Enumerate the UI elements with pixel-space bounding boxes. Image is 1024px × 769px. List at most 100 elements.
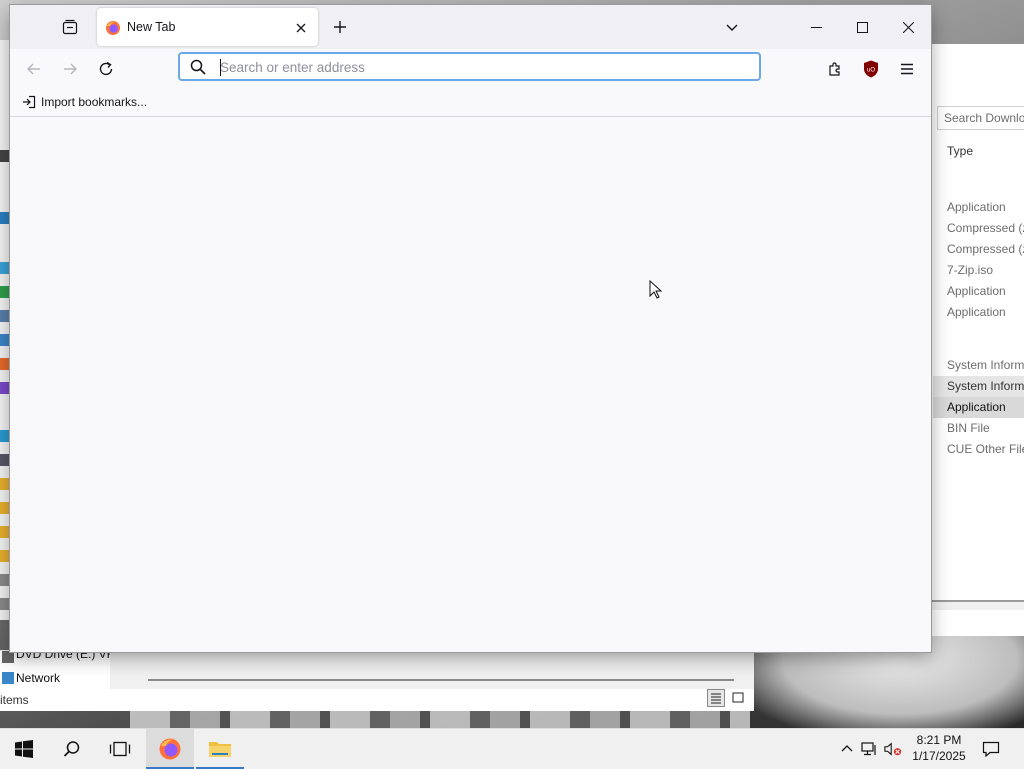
volume-muted-icon: [884, 742, 902, 756]
reload-button[interactable]: [92, 55, 120, 83]
ublock-shield-icon: uO: [864, 60, 878, 78]
page-content-area[interactable]: [10, 117, 931, 652]
arrow-left-icon: [27, 63, 40, 75]
windows-logo-icon: [15, 740, 33, 758]
close-icon: [296, 23, 306, 33]
file-type-cell[interactable]: Application: [933, 197, 1024, 218]
file-type-cell[interactable]: System Information File: [933, 376, 1024, 397]
svg-text:uO: uO: [867, 68, 875, 74]
details-view-icon: [711, 693, 721, 704]
task-view-button[interactable]: [96, 729, 144, 769]
ublock-origin-button[interactable]: uO: [857, 55, 885, 83]
app-menu-button[interactable]: [893, 55, 921, 83]
bookmarks-toolbar: Import bookmarks...: [10, 89, 931, 117]
extensions-button[interactable]: [821, 55, 849, 83]
firefox-window[interactable]: New Tab Search or enter address uO Impor…: [10, 5, 931, 652]
maximize-icon: [856, 21, 868, 33]
close-icon: [902, 21, 914, 33]
type-column-header[interactable]: Type: [947, 144, 973, 158]
clock-time: 8:21 PM: [916, 733, 962, 747]
task-view-icon: [109, 741, 131, 757]
search-downloads-input[interactable]: Search Downloads: [937, 106, 1024, 130]
search-icon: [63, 741, 80, 757]
folder-icon: [0, 550, 10, 562]
documents-icon: [0, 310, 10, 322]
search-button[interactable]: [48, 729, 96, 769]
volume-tray-button[interactable]: [884, 739, 902, 759]
start-button[interactable]: [0, 729, 48, 769]
folder-icon: [0, 526, 10, 538]
folder-icon: [209, 742, 231, 757]
horizontal-scrollbar[interactable]: [148, 679, 734, 681]
import-bookmarks-button[interactable]: Import bookmarks...: [22, 93, 147, 111]
network-icon: [861, 742, 876, 756]
search-icon: [190, 59, 206, 75]
folder-icon: [0, 150, 10, 162]
back-button[interactable]: [20, 55, 48, 83]
network-icon: [2, 672, 14, 684]
hamburger-menu-icon: [901, 63, 913, 75]
taskbar-firefox[interactable]: [146, 729, 194, 769]
close-window-button[interactable]: [885, 5, 931, 49]
action-center-button[interactable]: [982, 739, 1000, 759]
music-icon: [0, 358, 10, 370]
address-input[interactable]: [220, 57, 740, 77]
list-all-tabs-button[interactable]: [720, 15, 744, 39]
minimize-button[interactable]: [793, 5, 839, 49]
tab-title: New Tab: [127, 20, 176, 34]
mouse-pointer-icon: [649, 280, 663, 299]
tab-new-tab[interactable]: New Tab: [97, 8, 318, 46]
file-type-cell[interactable]: Compressed (zipped) Folder: [933, 239, 1024, 260]
file-type-cell[interactable]: BIN File: [933, 418, 1024, 439]
horizontal-scrollbar[interactable]: [929, 600, 1024, 610]
file-type-cell[interactable]: CUE Other File: [933, 439, 1024, 460]
taskbar-clock[interactable]: 8:21 PM 1/17/2025: [904, 732, 974, 764]
file-type-cell[interactable]: Application: [933, 397, 1024, 418]
file-type-cell[interactable]: System Information File: [933, 355, 1024, 376]
file-explorer-window[interactable]: Search Downloads Type Application Compre…: [928, 44, 1024, 636]
file-explorer-bottom: DVD Drive (E:) VFF Network items: [0, 647, 754, 711]
firefox-titlebar[interactable]: New Tab: [10, 5, 931, 49]
folder-icon: [0, 502, 10, 514]
folder-icon: [0, 478, 10, 490]
desktop-icon: [0, 212, 10, 224]
chevron-up-icon: [841, 745, 853, 752]
minimize-icon: [810, 26, 822, 28]
firefox-icon: [159, 738, 181, 760]
new-tab-button[interactable]: [328, 15, 352, 39]
status-item-count: items: [0, 693, 29, 707]
drive-icon: [0, 574, 10, 586]
videos-icon: [0, 382, 10, 394]
taskbar-file-explorer[interactable]: [196, 729, 244, 769]
large-icons-view-button[interactable]: [729, 689, 747, 707]
puzzle-icon: [829, 62, 840, 76]
drive-icon: [0, 430, 10, 442]
plus-icon: [334, 21, 346, 33]
file-type-cell[interactable]: Application: [933, 281, 1024, 302]
file-type-cell[interactable]: Application: [933, 302, 1024, 323]
maximize-button[interactable]: [839, 5, 885, 49]
download-icon: [0, 286, 10, 298]
clock-date: 1/17/2025: [912, 749, 966, 763]
notification-icon: [982, 741, 1000, 757]
navigation-toolbar: uO: [10, 49, 931, 89]
folder-icon: [0, 262, 10, 274]
url-bar[interactable]: [178, 52, 761, 81]
file-type-cell[interactable]: Compressed (zipped) Folder: [933, 218, 1024, 239]
import-icon: [23, 95, 36, 109]
nav-item-network[interactable]: Network: [16, 671, 60, 685]
show-hidden-icons-button[interactable]: [838, 739, 856, 759]
windows-taskbar: 8:21 PM 1/17/2025: [0, 728, 1024, 769]
details-view-button[interactable]: [707, 689, 725, 707]
file-type-cell[interactable]: 7-Zip.iso: [933, 260, 1024, 281]
close-tab-button[interactable]: [291, 18, 311, 38]
drive-icon: [0, 454, 10, 466]
network-tray-button[interactable]: [861, 739, 879, 759]
arrow-right-icon: [64, 63, 77, 75]
forward-button[interactable]: [56, 55, 84, 83]
import-bookmarks-label: Import bookmarks...: [41, 95, 148, 109]
large-icons-view-icon: [732, 692, 744, 703]
dvd-drive-icon: [2, 651, 14, 663]
firefox-view-button[interactable]: [54, 13, 86, 41]
reload-icon: [99, 61, 113, 76]
